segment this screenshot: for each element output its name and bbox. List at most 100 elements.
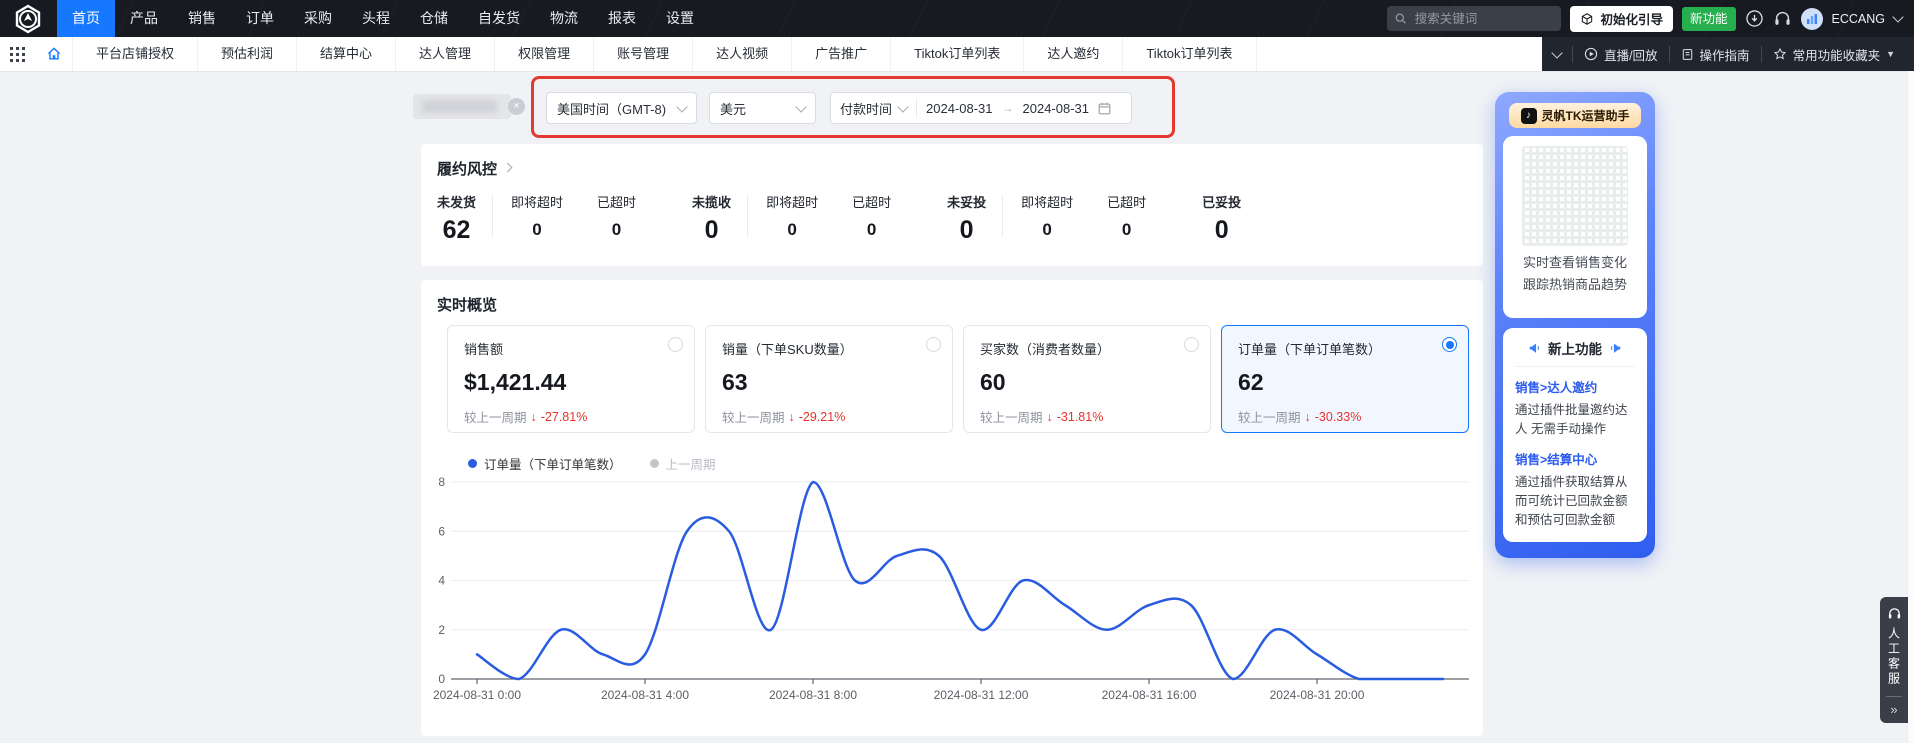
account-name[interactable]: ECCANG — [1832, 12, 1885, 26]
tab-home[interactable] — [36, 37, 73, 71]
stat-value: 0 — [1122, 218, 1131, 242]
stat-value: 0 — [1042, 218, 1051, 242]
workspace-tab[interactable]: Tiktok订单列表 — [1123, 37, 1256, 71]
top-navbar: 首页产品销售订单采购头程仓储自发货物流报表设置 初始化引导 新功能 — [0, 0, 1914, 37]
fulfillment-group: 未妥投 0 即将超时 0 已超时 0 — [947, 192, 1146, 242]
workspace-tab[interactable]: 达人管理 — [396, 37, 495, 71]
feature-link-settlement[interactable]: 销售>结算中心 — [1515, 449, 1635, 468]
top-menu-item[interactable]: 订单 — [231, 0, 289, 37]
feature-desc-settlement: 通过插件获取结算从而可统计已回款金额和预估可回款金额 — [1515, 473, 1635, 530]
top-menu-item[interactable]: 首页 — [57, 0, 115, 37]
date-filter: 付款时间 2024-08-31 → 2024-08-31 — [830, 92, 1132, 124]
top-menu-item[interactable]: 报表 — [593, 0, 651, 37]
stat-value: 0 — [612, 218, 621, 242]
stat-value: 0 — [960, 218, 974, 242]
fulfillment-main-stat: 未发货62 — [437, 192, 476, 242]
favorites-item[interactable]: 常用功能收藏夹 ▼ — [1761, 46, 1906, 63]
tabbar-right-tools: 直播/回放 操作指南 常用功能收藏夹 ▼ — [1542, 37, 1914, 71]
tabbar-collapse-chevron[interactable] — [1542, 46, 1572, 63]
stat-label: 即将超时 — [766, 192, 818, 211]
stat-label: 已超时 — [852, 192, 891, 211]
play-circle-icon — [1584, 47, 1598, 61]
svg-text:2024-08-31 0:00: 2024-08-31 0:00 — [433, 688, 521, 702]
top-menu-item[interactable]: 销售 — [173, 0, 231, 37]
workspace-tab[interactable]: 结算中心 — [297, 37, 396, 71]
megaphone-icon — [1608, 341, 1622, 355]
top-menu-item[interactable]: 头程 — [347, 0, 405, 37]
svg-text:0: 0 — [438, 672, 445, 686]
workspace-tab[interactable]: Tiktok订单列表 — [891, 37, 1024, 71]
workspace-tabbar: 平台店铺授权预估利润结算中心达人管理权限管理账号管理达人视频广告推广Tiktok… — [0, 37, 1914, 72]
account-chevron-down-icon[interactable] — [1892, 11, 1903, 22]
operation-guide-label: 操作指南 — [1700, 45, 1750, 64]
app-logo-icon[interactable] — [13, 4, 43, 34]
date-end-value: 2024-08-31 — [1023, 101, 1090, 116]
stat-label: 已超时 — [1107, 192, 1146, 211]
workspace-tab[interactable]: 账号管理 — [594, 37, 693, 71]
operation-guide-item[interactable]: 操作指南 — [1669, 46, 1761, 63]
stat-label: 已超时 — [597, 192, 636, 211]
top-menu-item[interactable]: 物流 — [535, 0, 593, 37]
assistant-header[interactable]: ♪ 灵帆TK运营助手 — [1509, 103, 1641, 128]
workspace-tab[interactable]: 权限管理 — [495, 37, 594, 71]
date-start-value: 2024-08-31 — [926, 101, 993, 116]
fulfillment-group: 已妥投0 — [1202, 192, 1241, 242]
favorites-label: 常用功能收藏夹 — [1793, 45, 1881, 64]
feature-link-invite[interactable]: 销售>达人邀约 — [1515, 377, 1635, 396]
stat-label: 未揽收 — [692, 192, 731, 211]
cube-icon — [1580, 12, 1594, 26]
currency-select[interactable]: 美元 — [709, 92, 816, 124]
svg-text:4: 4 — [438, 574, 445, 588]
fulfillment-more-chevron-icon[interactable] — [503, 162, 513, 172]
avatar-chart-icon — [1806, 13, 1818, 25]
store-selector-redacted[interactable] — [413, 94, 511, 119]
customer-support-tab[interactable]: 人工客服 » — [1880, 597, 1908, 723]
headset-icon[interactable] — [1773, 9, 1792, 28]
date-type-select[interactable]: 付款时间 — [831, 93, 916, 123]
top-menu-item[interactable]: 设置 — [651, 0, 709, 37]
currency-value: 美元 — [720, 99, 746, 118]
scrollbar-strip[interactable] — [1907, 71, 1914, 743]
svg-text:6: 6 — [438, 524, 445, 538]
top-menu-item[interactable]: 产品 — [115, 0, 173, 37]
workspace-tab[interactable]: 广告推广 — [792, 37, 891, 71]
support-headset-icon — [1887, 606, 1902, 621]
divider — [1886, 696, 1902, 697]
support-expand-icon[interactable]: » — [1890, 703, 1897, 717]
live-replay-item[interactable]: 直播/回放 — [1572, 46, 1668, 63]
svg-text:8: 8 — [438, 475, 445, 489]
top-menu-item[interactable]: 自发货 — [463, 0, 535, 37]
fulfillment-title: 履约风控 — [437, 158, 497, 179]
timezone-select[interactable]: 美国时间（GMT-8) — [546, 92, 697, 124]
top-menu-item[interactable]: 采购 — [289, 0, 347, 37]
new-feature-badge[interactable]: 新功能 — [1682, 7, 1736, 31]
svg-text:2024-08-31 12:00: 2024-08-31 12:00 — [934, 688, 1029, 702]
app-grid-icon[interactable] — [10, 47, 25, 62]
search-box[interactable] — [1387, 6, 1561, 31]
workspace-tab[interactable]: 达人视频 — [693, 37, 792, 71]
download-icon[interactable] — [1745, 9, 1764, 28]
top-menu-item[interactable]: 仓储 — [405, 0, 463, 37]
fulfillment-sub-stat: 已超时 0 — [852, 192, 891, 242]
clear-store-icon[interactable]: × — [508, 98, 525, 115]
workspace-tab[interactable]: 达人邀约 — [1024, 37, 1123, 71]
star-icon — [1773, 47, 1787, 61]
qr-code-image — [1522, 146, 1628, 246]
fulfillment-group: 未发货62 即将超时 0已超时 0 — [437, 192, 636, 242]
fulfillment-sub-stat: 已超时 0 — [597, 192, 636, 242]
init-guide-button[interactable]: 初始化引导 — [1570, 6, 1673, 32]
fulfillment-sub-stat: 已超时 0 — [1107, 192, 1146, 242]
new-features-title: 新上功能 — [1548, 338, 1602, 358]
user-avatar[interactable] — [1801, 8, 1823, 30]
search-input[interactable] — [1413, 11, 1554, 27]
date-range-picker[interactable]: 2024-08-31 → 2024-08-31 — [917, 93, 1120, 123]
date-range-arrow-icon: → — [1002, 101, 1014, 115]
stat-value: 0 — [867, 218, 876, 242]
workspace-tab[interactable]: 预估利润 — [198, 37, 297, 71]
stat-label: 即将超时 — [1021, 192, 1073, 211]
stat-label: 即将超时 — [511, 192, 563, 211]
workspace-tab[interactable]: 平台店铺授权 — [73, 37, 198, 71]
fulfillment-groups: 未发货62即将超时0已超时0未揽收0即将超时0已超时0未妥投0即将超时0已超时0… — [421, 179, 1483, 242]
stat-label: 未妥投 — [947, 192, 986, 211]
fulfillment-main-stat: 已妥投0 — [1202, 192, 1241, 242]
